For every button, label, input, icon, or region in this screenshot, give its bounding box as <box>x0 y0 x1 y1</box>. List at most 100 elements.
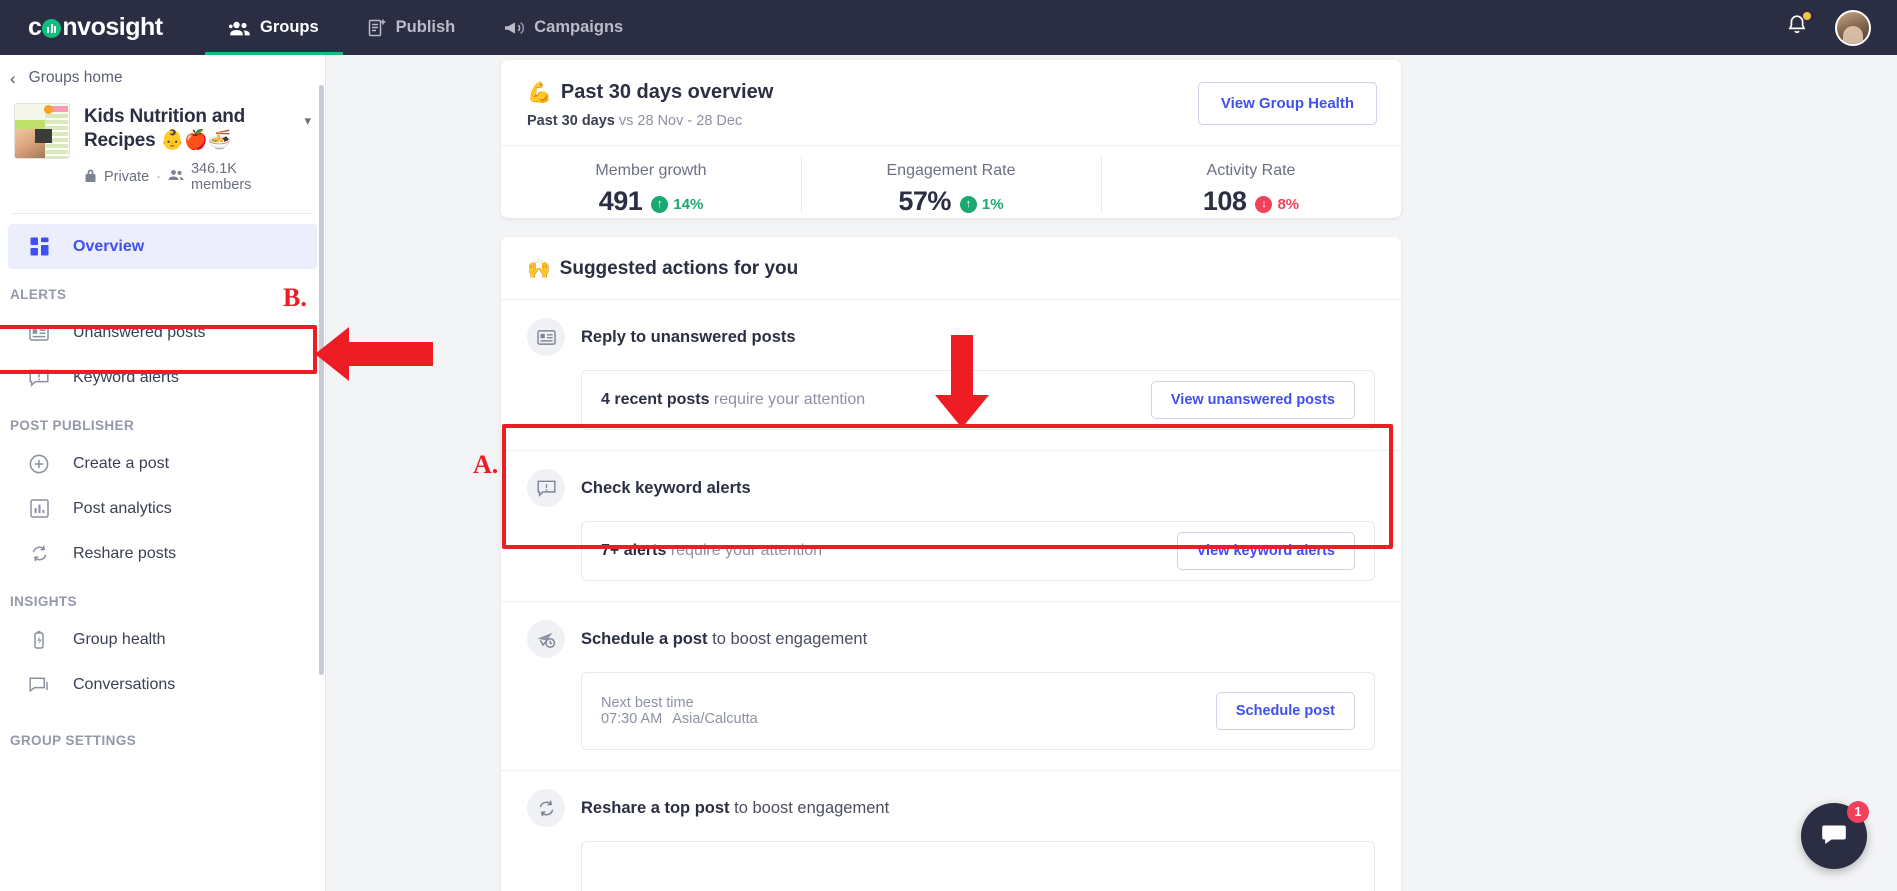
next-best-time-timezone: Asia/Calcutta <box>672 711 758 727</box>
sidebar-item-reshare-posts[interactable]: Reshare posts <box>8 531 317 576</box>
overview-period: Past 30 days <box>527 113 615 129</box>
suggested-action-keyword-alerts: Check keyword alerts 7+ alerts require y… <box>501 451 1401 602</box>
suggested-action-title-bold: Reshare a top post <box>581 798 730 817</box>
past-30-days-overview-card: 💪 Past 30 days overview Past 30 days vs … <box>501 60 1401 218</box>
group-thumbnail <box>14 103 70 159</box>
nav-tab-publish[interactable]: Publish <box>343 0 480 55</box>
sidebar-section-post-publisher: POST PUBLISHER <box>10 418 135 434</box>
sidebar-section-insights: INSIGHTS <box>10 594 77 610</box>
top-nav-items: Groups Publish Campaigns <box>205 0 647 55</box>
suggested-action-title-rest: to boost engagement <box>707 629 868 648</box>
sidebar-item-conversations-label: Conversations <box>73 675 176 693</box>
group-meta: Kids Nutrition and Recipes 👶🍎🍜 Private · <box>84 103 290 193</box>
unanswered-posts-suffix: require your attention <box>709 391 866 408</box>
user-avatar[interactable] <box>1835 9 1871 46</box>
sidebar-item-overview-label: Overview <box>73 237 145 255</box>
members-icon <box>168 169 184 185</box>
plus-circle-icon <box>28 454 50 474</box>
metric-delta-value: 14% <box>673 195 704 213</box>
suggested-action-title: Schedule a post to boost engagement <box>581 630 867 649</box>
next-best-time-value: 07:30 AM <box>601 711 663 727</box>
sidebar-item-reshare-posts-label: Reshare posts <box>73 544 177 562</box>
brand-prefix: c <box>28 13 42 41</box>
top-nav-right <box>1785 9 1897 46</box>
suggested-actions-title: Suggested actions for you <box>559 258 799 279</box>
metric-delta-value: 1% <box>981 195 1004 213</box>
next-best-time-value-row: 07:30 AM Asia/Calcutta <box>601 711 758 727</box>
view-group-health-button[interactable]: View Group Health <box>1197 82 1377 125</box>
suggested-action-title: Check keyword alerts <box>581 479 751 498</box>
group-members-count: 346.1K members <box>190 161 252 194</box>
top-navigation-bar: c nvosight Groups Publish Campaigns <box>0 0 1897 55</box>
unanswered-posts-text: 4 recent posts require your attention <box>601 391 865 409</box>
chat-bubble-icon <box>1820 820 1848 853</box>
metric-label: Activity Rate <box>1206 162 1296 179</box>
group-privacy-row: Private · 346.1K members <box>84 161 290 193</box>
page-title: Past 30 days overview <box>560 81 774 103</box>
nav-tab-campaigns-label: Campaigns <box>534 18 624 36</box>
bar-chart-icon <box>28 499 50 518</box>
suggested-action-title: Reply to unanswered posts <box>581 328 796 347</box>
separator-dot: · <box>156 169 161 186</box>
schedule-post-button[interactable]: Schedule post <box>1215 692 1355 730</box>
suggested-action-title-bold: Schedule a post <box>581 629 708 648</box>
group-summary: Kids Nutrition and Recipes 👶🍎🍜 Private · <box>0 97 325 197</box>
sidebar-item-unanswered-posts[interactable]: Unanswered posts <box>8 310 317 355</box>
battery-icon <box>28 630 50 650</box>
chevron-down-icon[interactable]: ▾ <box>304 103 311 129</box>
annotation-arrow-down <box>932 335 992 435</box>
sidebar-item-unanswered-posts-label: Unanswered posts <box>73 323 206 341</box>
schedule-icon <box>527 620 565 658</box>
chat-unread-badge: 1 <box>1847 801 1869 823</box>
arrow-down-icon: ↓ <box>1255 195 1273 213</box>
suggested-action-reshare-top-post: Reshare a top post to boost engagement <box>501 771 1401 891</box>
sidebar-item-overview[interactable]: Overview <box>8 224 317 270</box>
brand-logo-mark <box>42 19 62 38</box>
convosight-logo[interactable]: c nvosight <box>0 13 205 42</box>
lock-icon <box>84 168 97 187</box>
annotation-label-a: A. <box>473 450 499 479</box>
suggested-action-title-bold: Check keyword alerts <box>581 478 751 497</box>
back-to-groups-home[interactable]: ‹ Groups home <box>0 55 325 97</box>
metric-delta: ↓ 8% <box>1255 195 1299 213</box>
sidebar-item-create-a-post[interactable]: Create a post <box>8 441 317 486</box>
publish-icon <box>367 18 387 38</box>
sidebar-item-group-health[interactable]: Group health <box>8 617 317 662</box>
metric-label: Member growth <box>595 162 707 179</box>
brand-suffix: nvosight <box>62 13 163 41</box>
annotation-arrow-left <box>313 325 433 388</box>
suggested-actions-header: 🙌 Suggested actions for you <box>501 237 1401 300</box>
chat-support-button[interactable]: 1 <box>1801 801 1869 869</box>
notification-dot <box>1803 12 1811 20</box>
reshare-panel <box>581 841 1375 891</box>
inbox-icon <box>28 324 50 342</box>
sidebar-section-alerts: ALERTS <box>10 287 67 303</box>
back-to-groups-home-label: Groups home <box>28 69 123 86</box>
view-keyword-alerts-button[interactable]: View keyword alerts <box>1176 532 1355 570</box>
sidebar-item-keyword-alerts-label: Keyword alerts <box>73 368 179 386</box>
dashboard-icon <box>28 237 50 256</box>
overview-metrics: Member growth 491 ↑ 14% Engagement Rate … <box>501 145 1401 223</box>
alert-comment-icon <box>527 469 565 507</box>
sidebar-item-keyword-alerts[interactable]: Keyword alerts <box>8 355 317 400</box>
group-name: Kids Nutrition and Recipes 👶🍎🍜 <box>84 106 246 151</box>
raised-hands-emoji: 🙌 <box>527 259 551 280</box>
keyword-alerts-text: 7+ alerts require your attention <box>601 542 822 560</box>
sidebar-item-post-analytics-label: Post analytics <box>73 499 172 517</box>
nav-tab-campaigns[interactable]: Campaigns <box>479 0 647 55</box>
metric-engagement-rate: Engagement Rate 57% ↑ 1% <box>801 146 1101 223</box>
refresh-icon <box>28 544 50 563</box>
chat-icon <box>28 676 50 694</box>
view-unanswered-posts-button[interactable]: View unanswered posts <box>1150 381 1355 419</box>
notifications-button[interactable] <box>1785 12 1811 42</box>
sidebar-item-post-analytics[interactable]: Post analytics <box>8 486 317 531</box>
nav-tab-groups[interactable]: Groups <box>205 0 343 55</box>
sidebar-item-conversations[interactable]: Conversations <box>8 662 317 707</box>
alert-comment-icon <box>28 368 50 388</box>
metric-value: 57% <box>898 186 951 216</box>
sidebar-section-group-settings: GROUP SETTINGS <box>10 733 137 749</box>
suggested-action-schedule-post: Schedule a post to boost engagement Next… <box>501 602 1401 771</box>
unanswered-posts-count: 4 recent posts <box>601 391 710 408</box>
sidebar-item-group-health-label: Group health <box>73 630 166 648</box>
sidebar: ‹ Groups home Kids Nutrition and Recipes… <box>0 55 326 891</box>
